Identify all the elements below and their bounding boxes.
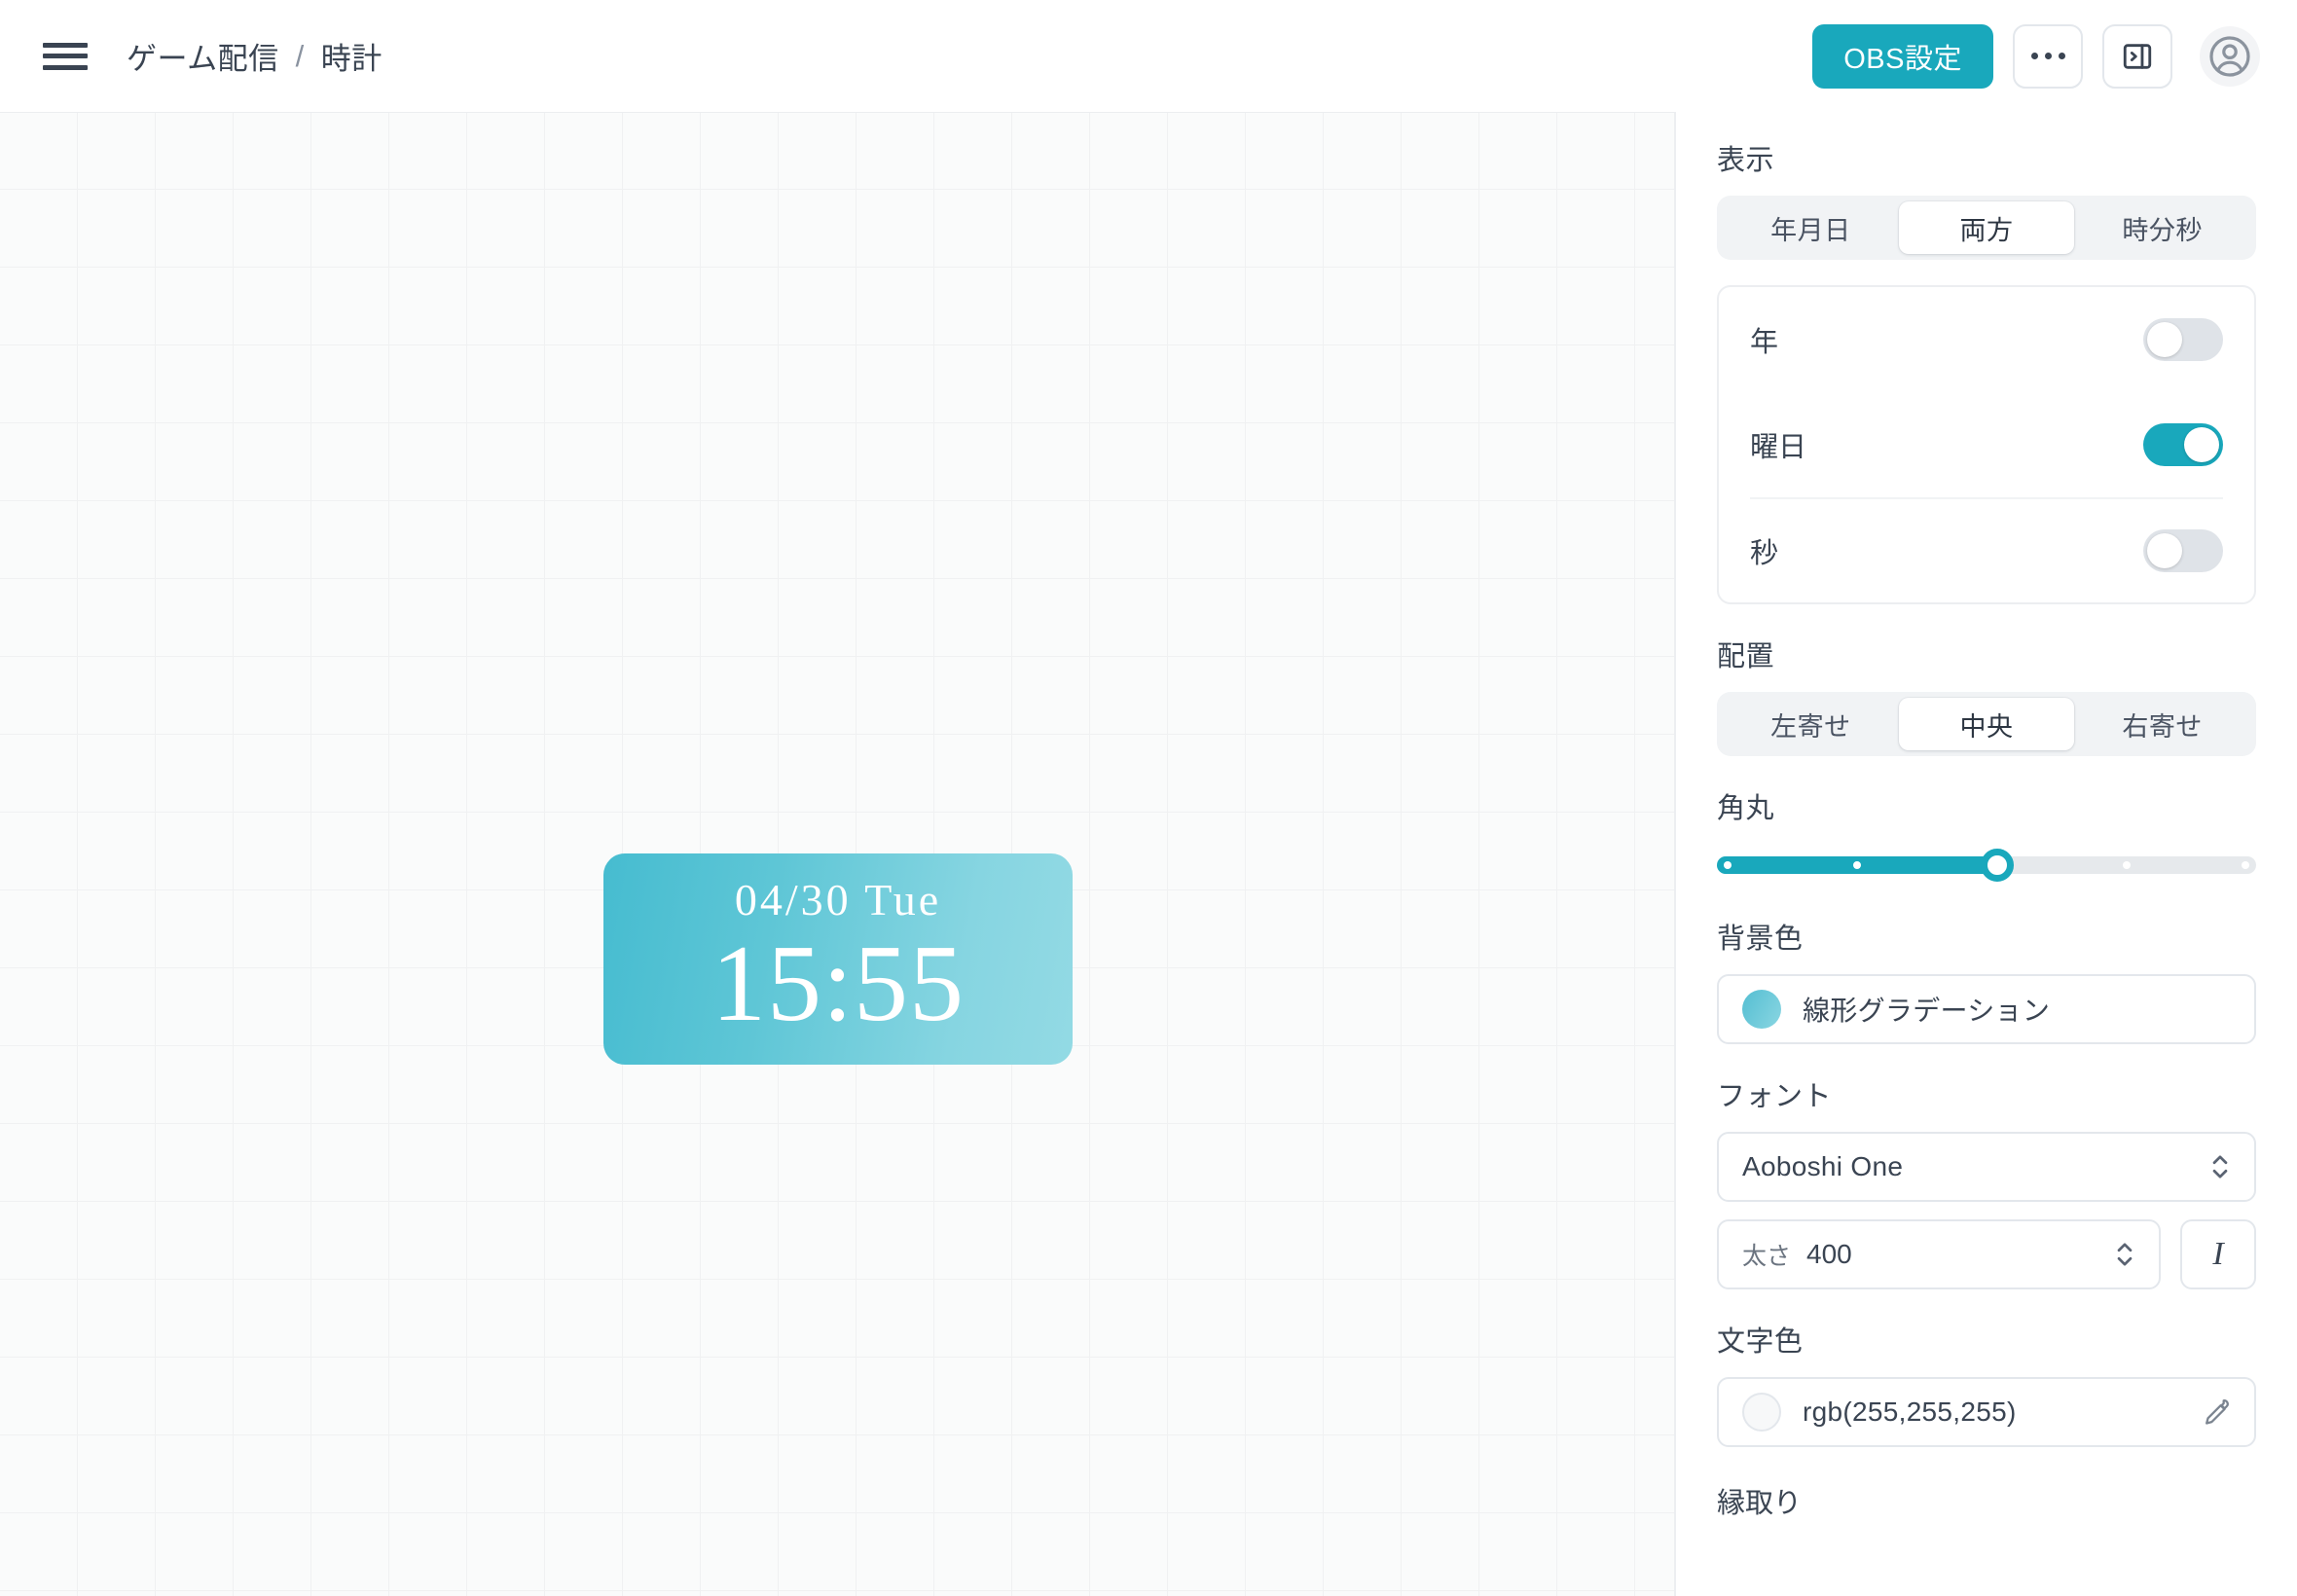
ellipsis-icon: [2030, 53, 2065, 59]
display-mode-option-both[interactable]: 両方: [1898, 201, 2075, 254]
clock-time-text: 15:55: [711, 924, 966, 1045]
app-root: ゲーム配信 / 時計 OBS設定 04/30 Tue 15:55 表示 年月日 …: [0, 0, 2297, 1596]
font-weight-value: 400: [1806, 1239, 1852, 1269]
eyedropper-icon[interactable]: [2200, 1396, 2231, 1428]
italic-icon: I: [2212, 1236, 2224, 1272]
display-mode-option-time[interactable]: 時分秒: [2074, 201, 2250, 254]
font-family-select[interactable]: Aoboshi One: [1717, 1132, 2256, 1202]
breadcrumb-separator: /: [295, 38, 305, 73]
ellipsis-dot: [2030, 53, 2038, 59]
background-color-label: 背景色: [1717, 924, 1804, 955]
display-mode-segmented-control: 年月日 両方 時分秒: [1717, 196, 2256, 260]
toggle-switch-seconds[interactable]: [2143, 529, 2223, 572]
slider-tick: [1724, 861, 1732, 869]
font-section: フォント Aoboshi One 太さ 400 I: [1717, 1073, 2256, 1289]
clock-widget[interactable]: 04/30 Tue 15:55: [603, 853, 1073, 1065]
gradient-swatch-icon: [1742, 990, 1781, 1029]
alignment-segmented-control: 左寄せ 中央 右寄せ: [1717, 692, 2256, 756]
text-color-section: 文字色 rgb(255,255,255): [1717, 1319, 2256, 1447]
slider-tick: [2123, 861, 2132, 869]
ellipsis-dot: [2044, 53, 2052, 59]
alignment-option-center[interactable]: 中央: [1898, 698, 2075, 750]
toggle-label-year: 年: [1750, 327, 1779, 358]
top-bar: ゲーム配信 / 時計 OBS設定: [0, 0, 2297, 112]
breadcrumb-parent[interactable]: ゲーム配信: [127, 34, 279, 78]
hamburger-line: [43, 42, 88, 48]
display-section: 表示 年月日 両方 時分秒 年 曜日 秒: [1717, 137, 2256, 604]
background-color-section: 背景色 線形グラデーション: [1717, 916, 2256, 1044]
display-toggle-card: 年 曜日 秒: [1717, 285, 2256, 604]
panel-toggle-button[interactable]: [2102, 23, 2172, 89]
obs-settings-button[interactable]: OBS設定: [1812, 23, 1993, 89]
font-weight-row: 太さ 400 I: [1717, 1219, 2256, 1289]
toggle-row-weekday: 曜日: [1750, 392, 2223, 497]
text-color-label: 文字色: [1717, 1326, 1804, 1358]
panel-right-expand-icon: [2123, 43, 2152, 69]
clock-date-text: 04/30 Tue: [734, 875, 942, 925]
text-color-value: rgb(255,255,255): [1803, 1396, 2017, 1427]
text-color-field[interactable]: rgb(255,255,255): [1717, 1377, 2256, 1447]
background-color-field[interactable]: 線形グラデーション: [1717, 974, 2256, 1044]
toggle-knob: [2147, 322, 2182, 357]
slider-track[interactable]: [1717, 849, 2256, 882]
chevron-updown-icon[interactable]: [2114, 1238, 2135, 1271]
corner-radius-label: 角丸: [1717, 793, 1775, 824]
toggle-row-seconds: 秒: [1750, 497, 2223, 602]
font-section-label: フォント: [1717, 1081, 1833, 1112]
canvas-top-divider: [0, 112, 1674, 113]
alignment-option-right[interactable]: 右寄せ: [2074, 698, 2250, 750]
toggle-knob: [2184, 427, 2219, 462]
hamburger-line: [43, 64, 88, 70]
user-avatar-icon: [2209, 35, 2250, 77]
font-weight-label: 太さ: [1742, 1243, 1792, 1270]
ellipsis-dot: [2058, 53, 2065, 59]
breadcrumb: ゲーム配信 / 時計: [127, 34, 383, 78]
toggle-label-weekday: 曜日: [1750, 432, 1807, 463]
font-weight-stepper[interactable]: 太さ 400: [1717, 1219, 2161, 1289]
slider-tick: [2241, 861, 2249, 869]
slider-tick: [1853, 861, 1862, 869]
top-bar-left: ゲーム配信 / 時計: [41, 34, 383, 78]
font-family-value: Aoboshi One: [1742, 1151, 1904, 1181]
more-options-button[interactable]: [2013, 23, 2083, 89]
toggle-label-seconds: 秒: [1750, 538, 1779, 569]
hamburger-menu-icon[interactable]: [41, 37, 90, 76]
background-color-value: 線形グラデーション: [1803, 996, 2051, 1026]
italic-toggle-button[interactable]: I: [2180, 1219, 2256, 1289]
alignment-section-label: 配置: [1717, 641, 1775, 672]
settings-sidebar: 表示 年月日 両方 時分秒 年 曜日 秒 配置 左寄せ 中央 右寄せ 角丸 背景…: [1674, 112, 2297, 1596]
body-row: 04/30 Tue 15:55 表示 年月日 両方 時分秒 年 曜日 秒 配置 …: [0, 112, 2297, 1596]
alignment-section: 配置 左寄せ 中央 右寄せ: [1717, 634, 2256, 756]
corner-radius-section: 角丸: [1717, 785, 2256, 887]
slider-thumb[interactable]: [1981, 849, 2015, 882]
toggle-knob: [2147, 533, 2182, 568]
outline-section-label: 縁取り: [1717, 1488, 1803, 1519]
alignment-option-left[interactable]: 左寄せ: [1723, 698, 1899, 750]
hamburger-line: [43, 54, 88, 58]
toggle-switch-weekday[interactable]: [2143, 423, 2223, 466]
top-bar-actions: OBS設定: [1812, 23, 2260, 89]
chevron-updown-icon: [2209, 1150, 2231, 1183]
user-avatar[interactable]: [2200, 25, 2260, 87]
display-mode-option-date[interactable]: 年月日: [1723, 201, 1899, 254]
color-swatch-icon: [1742, 1393, 1781, 1432]
toggle-row-year: 年: [1750, 287, 2223, 392]
breadcrumb-current[interactable]: 時計: [321, 34, 383, 78]
toggle-switch-year[interactable]: [2143, 318, 2223, 361]
corner-radius-slider[interactable]: [1717, 844, 2256, 887]
display-section-label: 表示: [1717, 145, 1775, 176]
preview-canvas[interactable]: 04/30 Tue 15:55: [0, 112, 1674, 1596]
